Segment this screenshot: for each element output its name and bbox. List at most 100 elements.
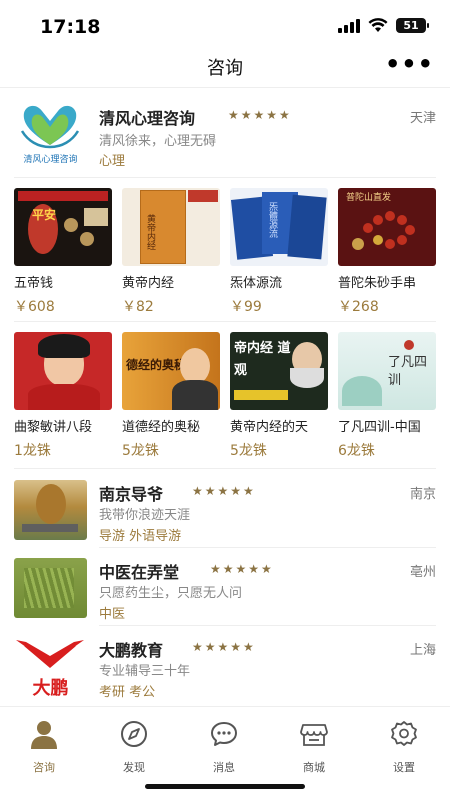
product-name: 五帝钱: [14, 276, 54, 291]
consultant-tags: 导游 外语导游: [99, 529, 182, 544]
product-name: 普陀朱砂手串: [338, 276, 417, 291]
course-image: [14, 332, 112, 410]
product-card[interactable]: 黄帝内经 黄帝内经 ￥82: [122, 188, 220, 316]
course-card[interactable]: 德经的奥秘 道德经的奥秘 5龙铢: [122, 332, 220, 460]
tab-label: 消息: [213, 761, 235, 774]
tab-discover[interactable]: 发现: [104, 719, 164, 775]
course-image: 帝内经 道观: [230, 332, 328, 410]
status-icons: 51: [338, 18, 429, 33]
shop-icon: [300, 724, 328, 746]
course-name: 黄帝内经的天: [230, 420, 309, 435]
home-indicator[interactable]: [145, 784, 305, 789]
course-price: 6龙铢: [338, 443, 375, 459]
product-card[interactable]: 普陀山直发 普陀朱砂手串 ￥268: [338, 188, 436, 316]
logo-caption: 大鹏: [32, 678, 69, 696]
rating-stars: ★★★★★: [210, 562, 274, 576]
consultant-row[interactable]: 大鹏 大鹏教育 ★★★★★ 上海 专业辅导三十年 考研 考公: [14, 634, 436, 704]
eagle-logo-icon: [16, 640, 84, 668]
course-price: 5龙铢: [230, 443, 267, 459]
portrait-body: [172, 380, 218, 410]
consultant-desc: 清风徐来，心理无碍: [99, 134, 217, 149]
tab-label: 商城: [303, 761, 325, 774]
path-shape: [22, 524, 78, 532]
tab-label: 设置: [393, 761, 415, 774]
qingfeng-logo: 清风心理咨询: [14, 101, 87, 165]
cover-text: 黄帝内经: [145, 214, 155, 250]
chat-icon: [211, 722, 237, 746]
consultant-city: 天津: [409, 111, 436, 126]
coin-icon: [64, 218, 78, 232]
divider: [99, 547, 436, 548]
consultant-tags: 心理: [99, 154, 126, 169]
mountain-shape: [342, 376, 382, 406]
consultant-city: 亳州: [409, 565, 436, 580]
user-icon: [31, 721, 57, 749]
course-name: 曲黎敏讲八段: [14, 420, 93, 435]
cover-banner: [18, 191, 108, 201]
product-name: 黄帝内经: [122, 276, 175, 291]
course-image: 了凡四训: [338, 332, 436, 410]
product-image: 炁體源流: [230, 188, 328, 266]
consultant-desc: 我带你浪迹天涯: [99, 508, 191, 523]
cover-banner: [234, 390, 288, 400]
tab-shop[interactable]: 商城: [284, 719, 344, 775]
compass-icon: [121, 721, 147, 747]
consultant-thumbnail: [14, 558, 87, 618]
product-price: ￥608: [14, 299, 55, 315]
more-dots-icon[interactable]: •••: [385, 50, 434, 78]
product-price: ￥99: [230, 299, 262, 315]
cover-text: 德经的奥秘: [126, 358, 187, 372]
divider: [14, 321, 436, 322]
consultant-row[interactable]: 南京导爷 ★★★★★ 南京 我带你浪迹天涯 导游 外语导游: [14, 478, 436, 548]
tab-label: 发现: [123, 761, 145, 774]
portrait-body: [28, 384, 100, 410]
consultant-tags: 考研 考公: [99, 685, 156, 700]
cover-text: 炁體源流: [267, 202, 277, 238]
divider: [99, 625, 436, 626]
course-price: 5龙铢: [122, 443, 159, 459]
tab-messages[interactable]: 消息: [194, 719, 254, 775]
consultant-row[interactable]: 中医在弄堂 ★★★★★ 亳州 只愿药生尘，只愿无人问 中医: [14, 556, 436, 626]
status-time: 17:18: [40, 16, 101, 38]
featured-consultant-row[interactable]: 清风心理咨询 清风心理咨询 ★★★★★ 天津 清风徐来，心理无碍 心理: [14, 96, 436, 174]
tab-consult[interactable]: 咨询: [14, 719, 74, 775]
product-grid: 平安 五帝钱 ￥608 黄帝内经 黄帝内经 ￥82 炁體源流 炁体源流 ￥99 …: [14, 188, 436, 316]
rating-stars: ★★★★★: [228, 108, 292, 122]
tree-shape: [36, 484, 66, 524]
course-image: 德经的奥秘: [122, 332, 220, 410]
consultant-thumbnail: [14, 480, 87, 540]
wifi-icon: [368, 18, 388, 32]
divider: [14, 177, 436, 178]
tab-label: 咨询: [33, 761, 55, 774]
course-card[interactable]: 帝内经 道观 黄帝内经的天 5龙铢: [230, 332, 328, 460]
gear-icon: [391, 721, 417, 746]
cover-text: 了凡四训: [388, 355, 428, 388]
course-grid: 曲黎敏讲八段 1龙铢 德经的奥秘 道德经的奥秘 5龙铢 帝内经 道观 黄帝内经的…: [14, 332, 436, 460]
logo-caption: 清风心理咨询: [23, 155, 78, 165]
consultant-city: 上海: [409, 643, 436, 658]
course-card[interactable]: 曲黎敏讲八段 1龙铢: [14, 332, 112, 460]
navigation-bar: 咨询 •••: [0, 44, 450, 88]
status-bar: 17:18 51: [0, 0, 450, 44]
product-card[interactable]: 平安 五帝钱 ￥608: [14, 188, 112, 316]
seal-icon: [404, 340, 414, 350]
rating-stars: ★★★★★: [192, 640, 256, 654]
box-shape: [84, 208, 108, 226]
product-card[interactable]: 炁體源流 炁体源流 ￥99: [230, 188, 328, 316]
bead-bracelet-icon: [352, 211, 415, 250]
consultant-city: 南京: [409, 487, 436, 502]
course-card[interactable]: 了凡四训 了凡四训-中国 6龙铢: [338, 332, 436, 460]
cover-text: 平安: [32, 208, 57, 222]
tab-settings[interactable]: 设置: [374, 719, 434, 775]
consultant-title: 南京导爷: [99, 485, 164, 504]
product-name: 炁体源流: [230, 276, 283, 291]
cover-text: 帝内经 道观: [234, 341, 291, 378]
course-name: 道德经的奥秘: [122, 420, 201, 435]
rating-stars: ★★★★★: [192, 484, 256, 498]
course-price: 1龙铢: [14, 443, 51, 459]
consultant-tags: 中医: [99, 607, 126, 622]
book-cover: [287, 194, 327, 260]
grass-texture: [24, 568, 74, 608]
cellular-signal-icon: [338, 18, 360, 33]
product-price: ￥268: [338, 299, 379, 315]
